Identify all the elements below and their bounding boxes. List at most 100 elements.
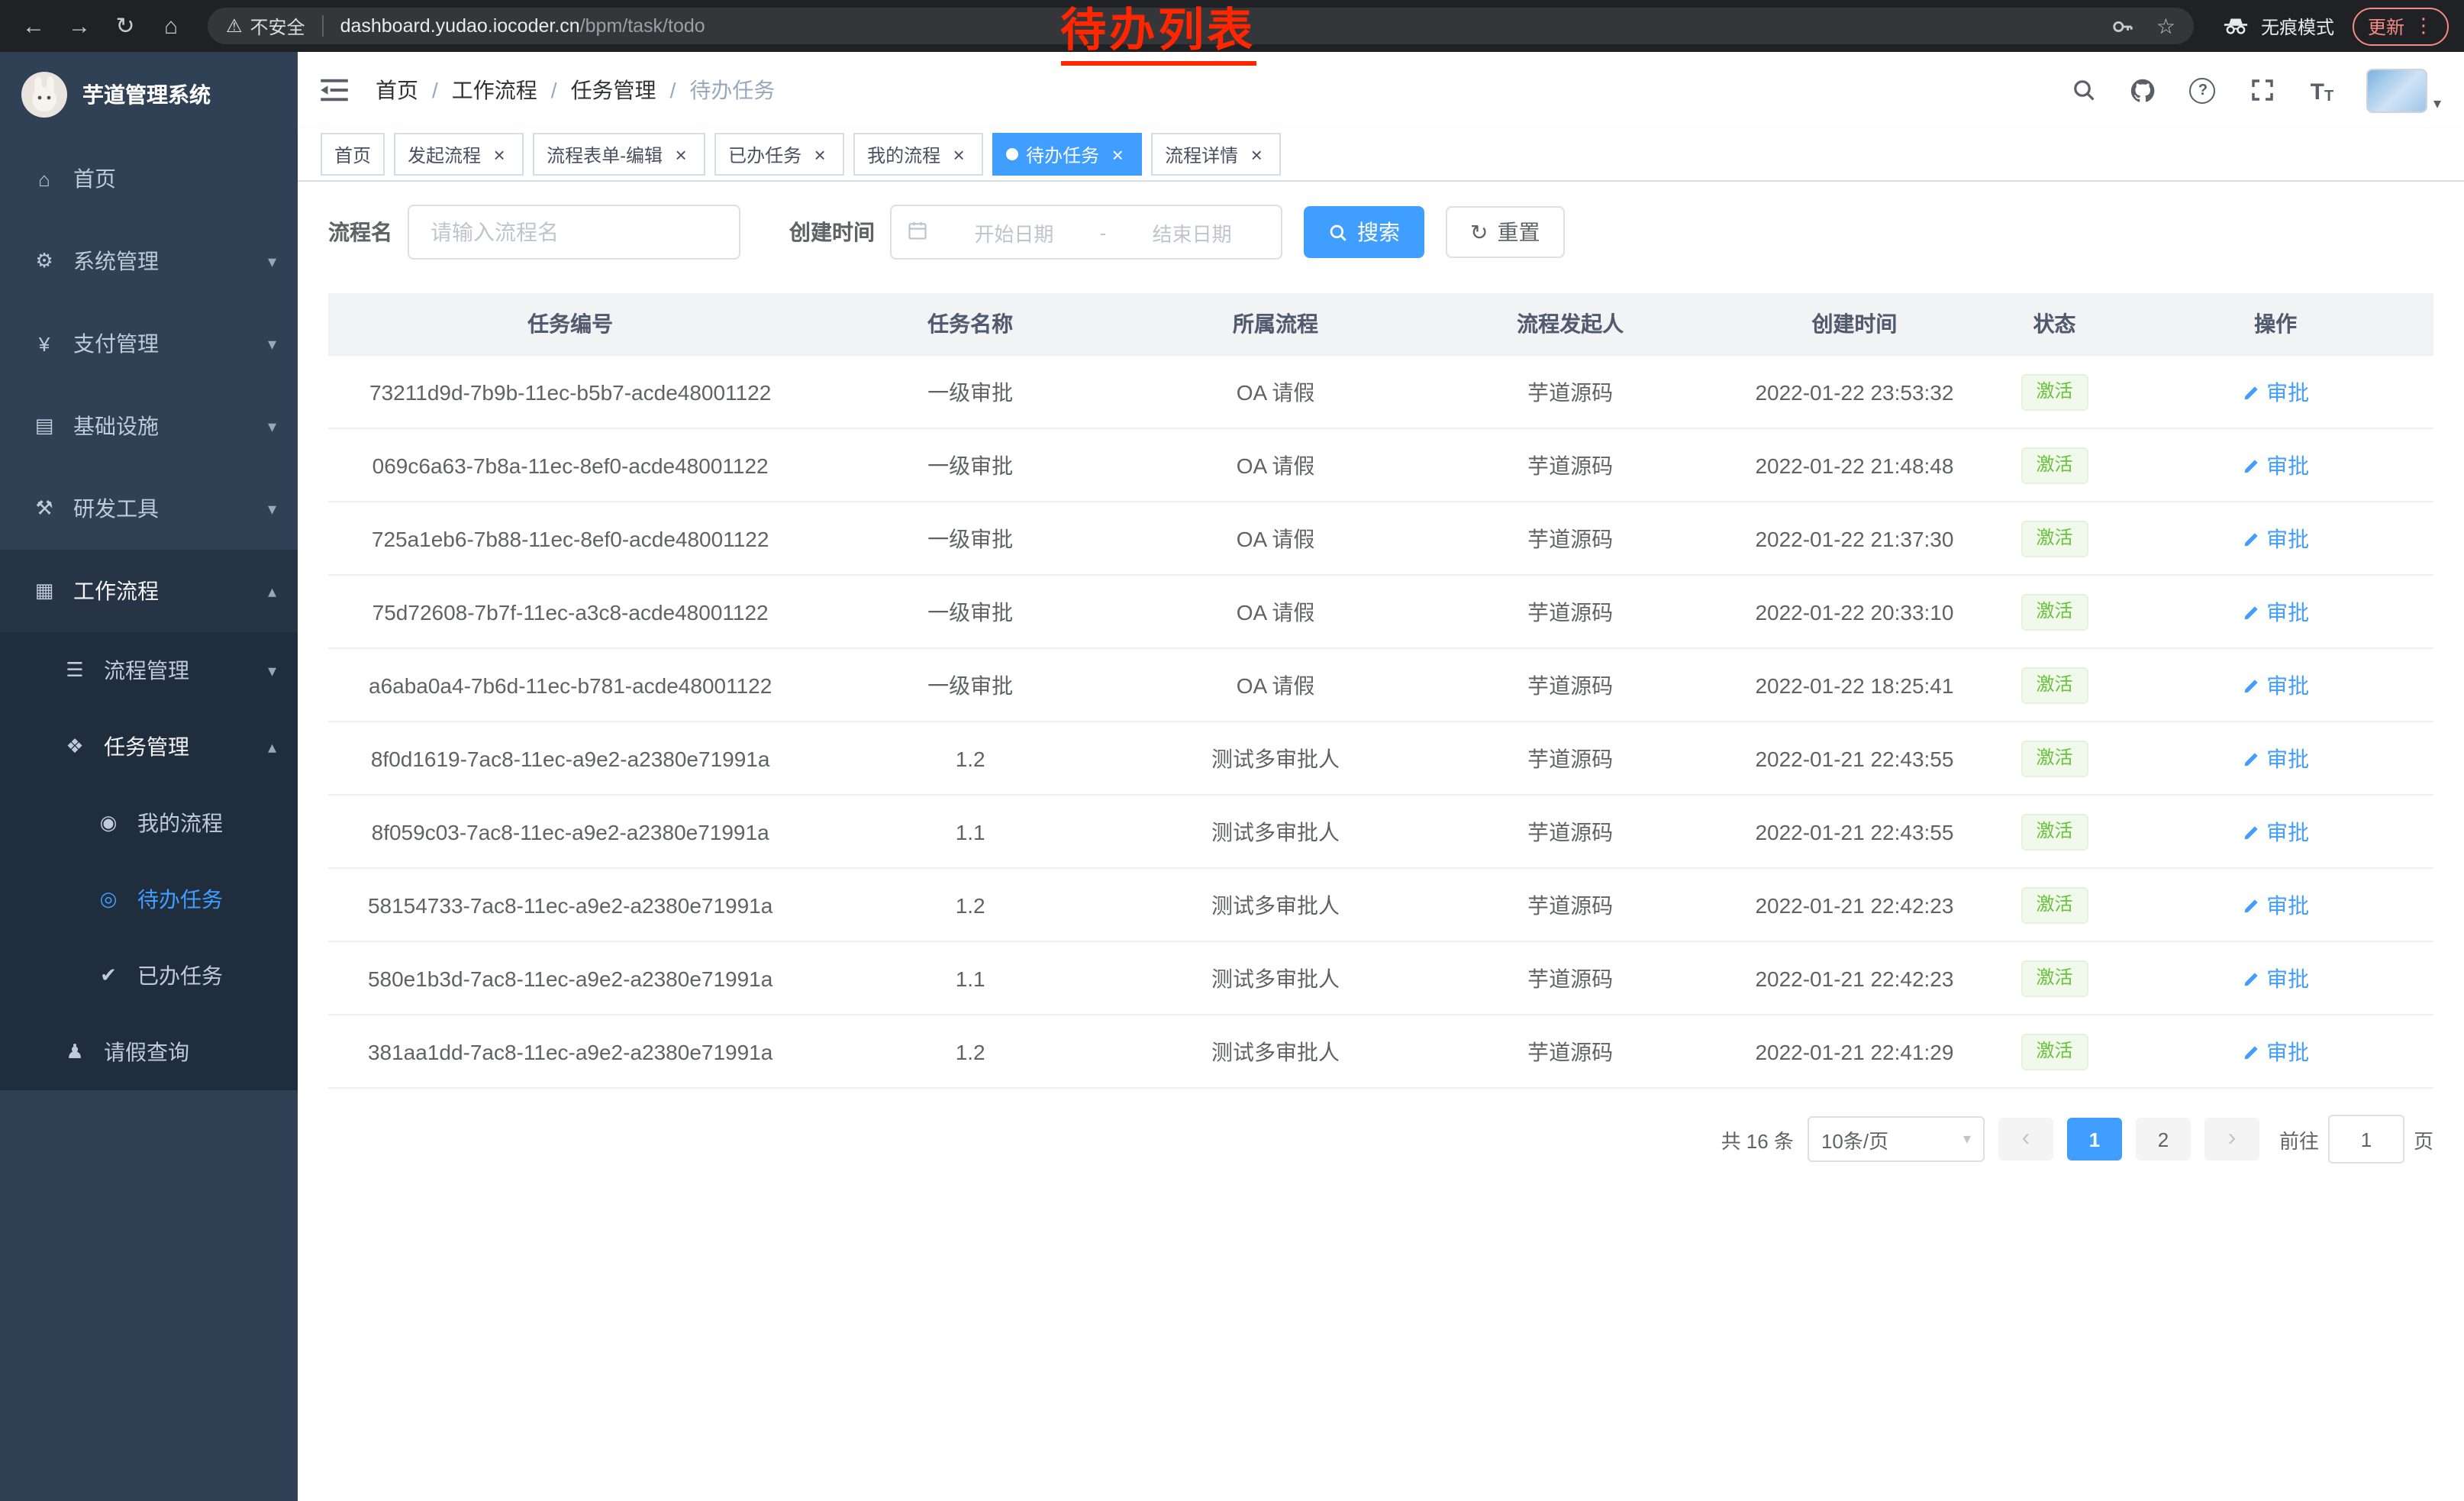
help-icon[interactable]: ? <box>2188 75 2218 105</box>
approve-link[interactable]: 审批 <box>2242 450 2309 480</box>
breadcrumb-current: 待办任务 <box>689 75 775 105</box>
close-icon[interactable]: × <box>1107 144 1128 165</box>
sidebar-item-home[interactable]: ⌂ 首页 <box>0 137 298 220</box>
user-menu[interactable]: ▾ <box>2366 68 2441 112</box>
task-process: 测试多审批人 <box>1128 1015 1423 1088</box>
tab-form-edit[interactable]: 流程表单-编辑 × <box>533 133 705 176</box>
tab-label: 已办任务 <box>728 141 801 167</box>
bookmark-star-icon[interactable]: ☆ <box>2156 13 2175 39</box>
start-date-placeholder: 开始日期 <box>940 218 1088 247</box>
tab-my-process[interactable]: 我的流程 × <box>853 133 983 176</box>
browser-home-button[interactable]: ⌂ <box>153 8 189 44</box>
task-name: 一级审批 <box>812 575 1128 648</box>
table-row: 725a1eb6-7b88-11ec-8ef0-acde48001122 一级审… <box>328 502 2433 575</box>
approve-link[interactable]: 审批 <box>2242 596 2309 627</box>
task-process: OA 请假 <box>1128 648 1423 721</box>
infrastructure-icon: ▤ <box>31 414 58 438</box>
password-key-icon[interactable] <box>2108 11 2138 41</box>
next-page-button[interactable]: › <box>2204 1118 2259 1160</box>
breadcrumb-task-management[interactable]: 任务管理 <box>571 75 656 105</box>
goto-page-input[interactable] <box>2328 1115 2404 1164</box>
process-name-input[interactable] <box>408 205 740 260</box>
close-icon[interactable]: × <box>489 144 510 165</box>
task-id: 381aa1dd-7ac8-11ec-a9e2-a2380e71991a <box>328 1015 812 1088</box>
security-indicator[interactable]: ⚠ 不安全 <box>226 13 305 39</box>
browser-menu-icon[interactable]: ⋮ <box>2414 14 2433 38</box>
browser-update-button[interactable]: 更新 ⋮ <box>2353 7 2449 45</box>
sidebar-item-infrastructure[interactable]: ▤ 基础设施 ▾ <box>0 385 298 467</box>
tab-home[interactable]: 首页 <box>321 133 385 176</box>
browser-back-button[interactable]: ← <box>15 8 52 44</box>
sidebar-item-done-tasks[interactable]: ✔ 已办任务 <box>0 938 298 1014</box>
browser-reload-button[interactable]: ↻ <box>107 8 144 44</box>
page-size-select[interactable]: 10条/页 ▾ <box>1808 1116 1985 1162</box>
search-icon[interactable] <box>2069 75 2099 105</box>
approve-link[interactable]: 审批 <box>2242 889 2309 920</box>
address-divider <box>322 15 324 37</box>
browser-forward-button[interactable]: → <box>61 8 98 44</box>
user-avatar[interactable] <box>2366 68 2427 112</box>
close-icon[interactable]: × <box>670 144 692 165</box>
approve-link[interactable]: 审批 <box>2242 670 2309 700</box>
date-range-picker[interactable]: 开始日期 - 结束日期 <box>890 205 1282 260</box>
sidebar-item-system[interactable]: ⚙ 系统管理 ▾ <box>0 220 298 302</box>
incognito-icon <box>2221 11 2252 41</box>
goto-unit-label: 页 <box>2414 1125 2433 1154</box>
task-process: OA 请假 <box>1128 355 1423 428</box>
approve-label: 审批 <box>2266 376 2309 407</box>
breadcrumb: 首页 / 工作流程 / 任务管理 / 待办任务 <box>376 75 775 105</box>
refresh-icon: ↻ <box>1470 221 1488 243</box>
reset-button[interactable]: ↻ 重置 <box>1446 206 1564 258</box>
sidebar-item-workflow[interactable]: ▦ 工作流程 ▴ <box>0 550 298 632</box>
tab-label: 待办任务 <box>1026 141 1099 167</box>
tab-done-tasks[interactable]: 已办任务 × <box>714 133 844 176</box>
task-process: OA 请假 <box>1128 502 1423 575</box>
tab-start-process[interactable]: 发起流程 × <box>394 133 524 176</box>
person-icon: ♟ <box>61 1040 89 1064</box>
page-2-button[interactable]: 2 <box>2136 1118 2191 1160</box>
close-icon[interactable]: × <box>809 144 830 165</box>
page-1-button[interactable]: 1 <box>2067 1118 2122 1160</box>
end-date-placeholder: 结束日期 <box>1118 218 1266 247</box>
sidebar-item-my-process[interactable]: ◉ 我的流程 <box>0 785 298 861</box>
approve-link[interactable]: 审批 <box>2242 743 2309 773</box>
sidebar-item-devtools[interactable]: ⚒ 研发工具 ▾ <box>0 467 298 550</box>
font-size-icon[interactable]: TT <box>2307 75 2337 105</box>
col-create-time: 创建时间 <box>1717 293 1992 355</box>
close-icon[interactable]: × <box>948 144 969 165</box>
task-starter: 芋道源码 <box>1423 575 1717 648</box>
sidebar: 芋道管理系统 ⌂ 首页 ⚙ 系统管理 ▾ ¥ 支付管理 ▾ ▤ 基础设施 ▾ <box>0 52 298 1501</box>
table-row: 381aa1dd-7ac8-11ec-a9e2-a2380e71991a 1.2… <box>328 1015 2433 1088</box>
fullscreen-icon[interactable] <box>2247 75 2278 105</box>
github-icon[interactable] <box>2128 75 2159 105</box>
sidebar-item-leave-query[interactable]: ♟ 请假查询 <box>0 1014 298 1090</box>
prev-page-button[interactable]: ‹ <box>1998 1118 2053 1160</box>
sidebar-collapse-icon[interactable] <box>321 75 351 105</box>
approve-link[interactable]: 审批 <box>2242 376 2309 407</box>
breadcrumb-workflow[interactable]: 工作流程 <box>452 75 537 105</box>
breadcrumb-home[interactable]: 首页 <box>376 75 418 105</box>
search-button[interactable]: 搜索 <box>1304 206 1424 258</box>
approve-link[interactable]: 审批 <box>2242 523 2309 554</box>
close-icon[interactable]: × <box>1246 144 1267 165</box>
status-badge: 激活 <box>2021 813 2088 850</box>
sidebar-item-process-management[interactable]: ☰ 流程管理 ▾ <box>0 632 298 709</box>
status-badge: 激活 <box>2021 667 2088 703</box>
sidebar-item-task-management[interactable]: ❖ 任务管理 ▴ <box>0 709 298 785</box>
status-badge: 激活 <box>2021 373 2088 410</box>
app-logo[interactable]: 芋道管理系统 <box>0 52 298 137</box>
task-id: 75d72608-7b7f-11ec-a3c8-acde48001122 <box>328 575 812 648</box>
search-button-label: 搜索 <box>1357 217 1400 247</box>
status-badge: 激活 <box>2021 447 2088 483</box>
approve-link[interactable]: 审批 <box>2242 816 2309 847</box>
tab-process-detail[interactable]: 流程详情 × <box>1151 133 1281 176</box>
task-created: 2022-01-22 23:53:32 <box>1717 355 1992 428</box>
approve-link[interactable]: 审批 <box>2242 963 2309 993</box>
table-row: 75d72608-7b7f-11ec-a3c8-acde48001122 一级审… <box>328 575 2433 648</box>
tab-todo-tasks[interactable]: 待办任务 × <box>992 133 1142 176</box>
sidebar-item-payment[interactable]: ¥ 支付管理 ▾ <box>0 302 298 385</box>
task-created: 2022-01-22 21:37:30 <box>1717 502 1992 575</box>
sidebar-item-todo-tasks[interactable]: ◎ 待办任务 <box>0 861 298 938</box>
table-row: 73211d9d-7b9b-11ec-b5b7-acde48001122 一级审… <box>328 355 2433 428</box>
approve-link[interactable]: 审批 <box>2242 1036 2309 1067</box>
